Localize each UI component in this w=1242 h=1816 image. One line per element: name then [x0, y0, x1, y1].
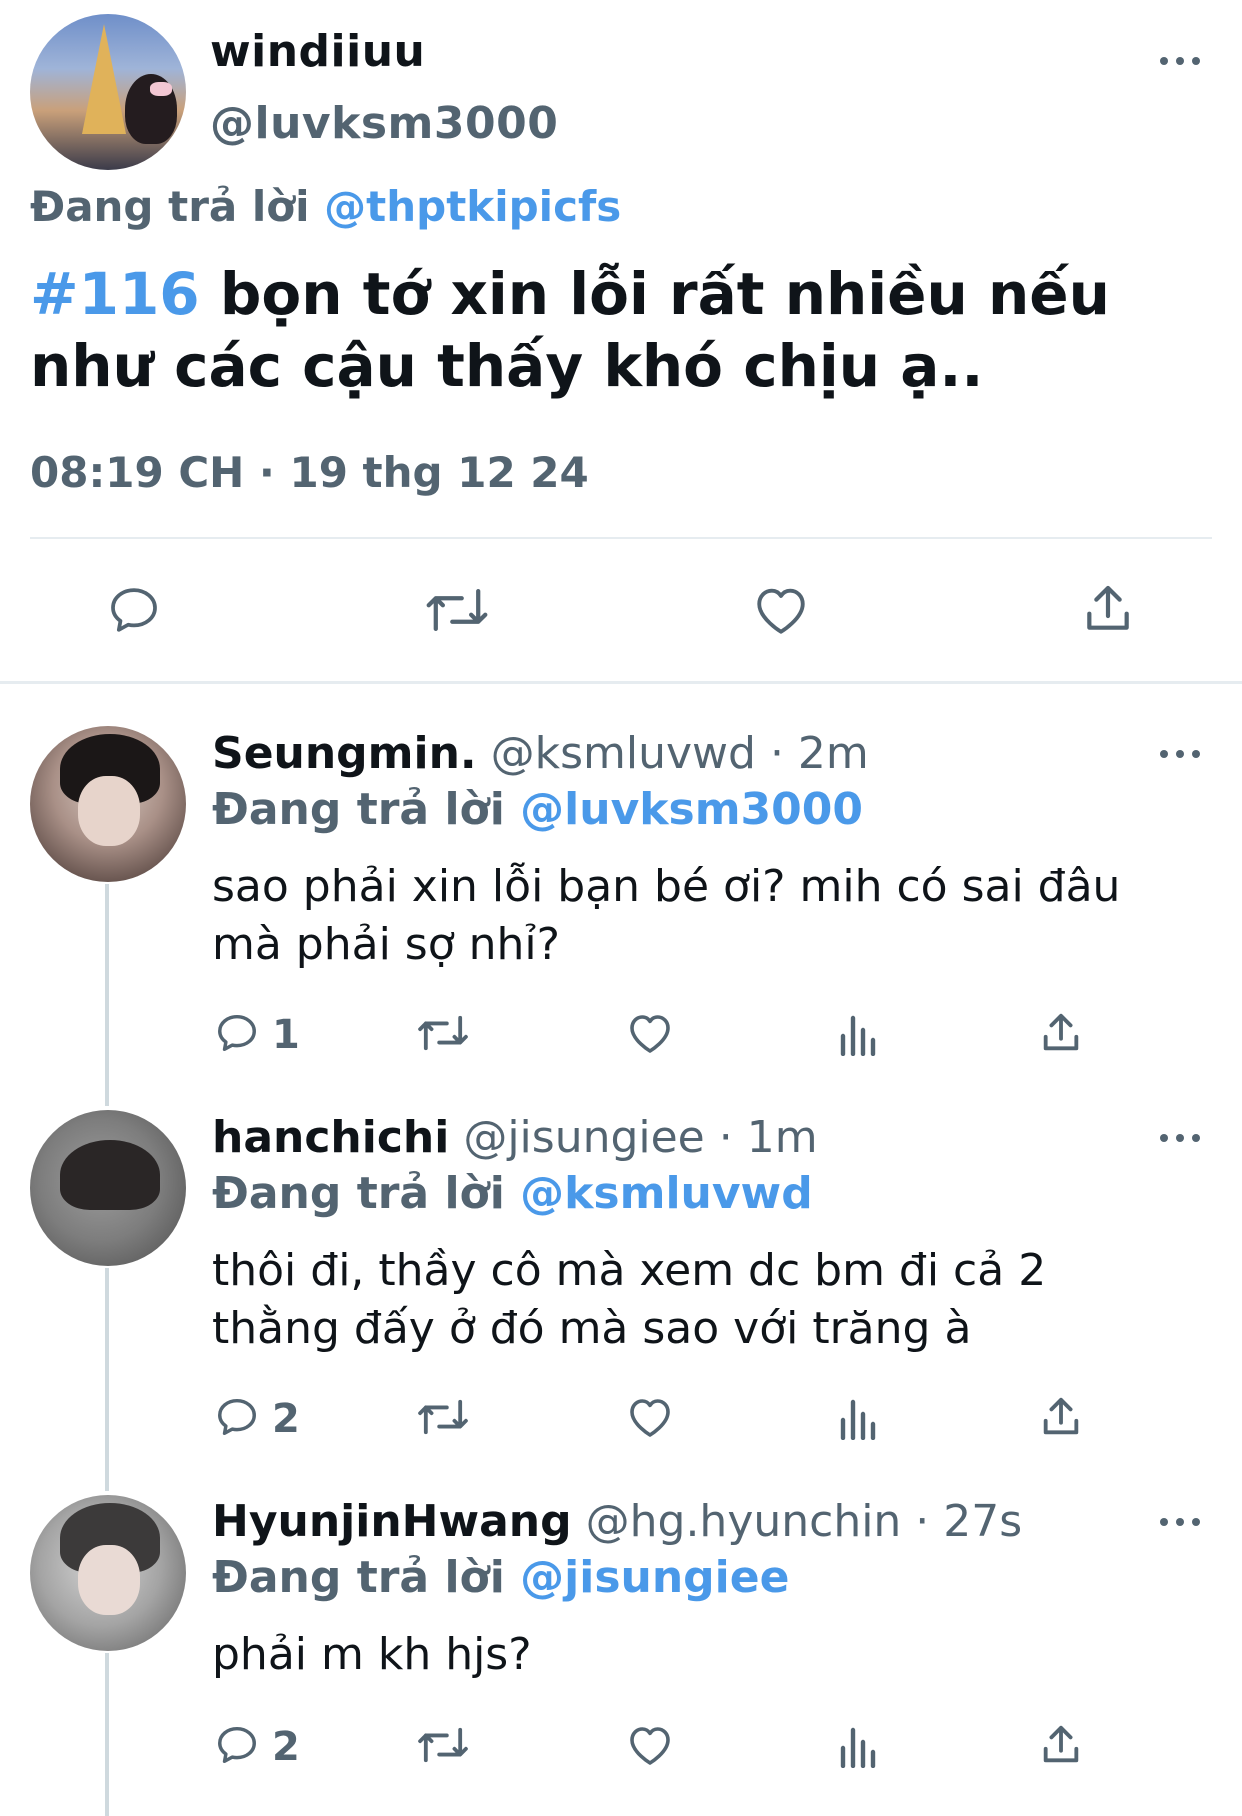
thread-line — [105, 884, 109, 1106]
display-name[interactable]: Seungmin. — [212, 728, 477, 779]
divider — [30, 537, 1212, 539]
handle-time[interactable]: @ksmluvwd · 2m — [477, 728, 869, 779]
retweet-icon[interactable] — [416, 1012, 470, 1054]
share-icon[interactable] — [1038, 1722, 1084, 1768]
more-icon[interactable] — [1160, 1132, 1200, 1144]
views-icon[interactable] — [836, 1396, 878, 1440]
replying-to: Đang trả lời @luvksm3000 — [212, 784, 863, 835]
like-icon[interactable] — [626, 1394, 674, 1440]
reply-header: Seungmin. @ksmluvwd · 2m — [212, 728, 869, 779]
more-icon[interactable] — [1160, 748, 1200, 760]
like-icon[interactable] — [752, 582, 810, 638]
avatar-face — [78, 776, 140, 846]
replying-prefix: Đang trả lời — [212, 784, 505, 835]
handle-time[interactable]: @hg.hyunchin · 27s — [572, 1496, 1023, 1547]
reply-header: hanchichi @jisungiee · 1m — [212, 1112, 818, 1163]
reply-count: 2 — [272, 1724, 300, 1770]
hashtag-link[interactable]: #116 — [30, 260, 200, 328]
avatar[interactable] — [30, 1495, 186, 1651]
reply-text: phải m kh hjs? — [212, 1629, 532, 1680]
reply-icon[interactable] — [214, 1010, 260, 1056]
retweet-icon[interactable] — [416, 1724, 470, 1766]
more-icon[interactable] — [1160, 1516, 1200, 1528]
user-handle[interactable]: @luvksm3000 — [210, 98, 558, 149]
share-icon[interactable] — [1038, 1010, 1084, 1056]
tweet-text: #116 bọn tớ xin lỗi rất nhiều nếu như cá… — [30, 258, 1210, 402]
reply-text: thôi đi, thầy cô mà xem dc bm đi cả 2 th… — [212, 1245, 1047, 1354]
replying-to: Đang trả lời @thptkipicfs — [30, 182, 621, 231]
reply-header: HyunjinHwang @hg.hyunchin · 27s — [212, 1496, 1022, 1547]
replying-prefix: Đang trả lời — [212, 1552, 505, 1603]
timestamp[interactable]: 08:19 CH · 19 thg 12 24 — [30, 448, 589, 497]
retweet-icon[interactable] — [416, 1396, 470, 1438]
avatar[interactable] — [30, 726, 186, 882]
display-name[interactable]: windiiuu — [210, 26, 425, 77]
thread-line — [105, 1653, 109, 1816]
mention-link[interactable]: @jisungiee — [520, 1552, 789, 1603]
more-icon[interactable] — [1160, 55, 1200, 67]
avatar-bow — [150, 82, 172, 96]
replying-to: Đang trả lời @ksmluvwd — [212, 1168, 813, 1219]
reply-text: sao phải xin lỗi bạn bé ơi? mih có sai đ… — [212, 861, 1121, 970]
avatar[interactable] — [30, 14, 186, 170]
replying-prefix: Đang trả lời — [30, 182, 310, 231]
section-divider — [0, 681, 1242, 684]
display-name[interactable]: hanchichi — [212, 1112, 449, 1163]
reply-icon[interactable] — [214, 1394, 260, 1440]
reply-icon[interactable] — [106, 582, 162, 638]
reply-icon[interactable] — [214, 1722, 260, 1768]
mention-link[interactable]: @thptkipicfs — [324, 182, 621, 231]
main-tweet: windiiuu @luvksm3000 Đang trả lời @thptk… — [0, 0, 1242, 683]
replying-prefix: Đang trả lời — [212, 1168, 505, 1219]
share-icon[interactable] — [1080, 580, 1136, 638]
replying-to: Đang trả lời @jisungiee — [212, 1552, 789, 1603]
reply-count: 1 — [272, 1012, 300, 1058]
reply-count: 2 — [272, 1396, 300, 1442]
mention-link[interactable]: @luvksm3000 — [520, 784, 863, 835]
like-icon[interactable] — [626, 1010, 674, 1056]
views-icon[interactable] — [836, 1724, 878, 1768]
display-name[interactable]: HyunjinHwang — [212, 1496, 572, 1547]
views-icon[interactable] — [836, 1012, 878, 1056]
eiffel-tower-graphic — [82, 24, 126, 134]
avatar[interactable] — [30, 1110, 186, 1266]
share-icon[interactable] — [1038, 1394, 1084, 1440]
mention-link[interactable]: @ksmluvwd — [520, 1168, 813, 1219]
retweet-icon[interactable] — [424, 584, 490, 636]
handle-time[interactable]: @jisungiee · 1m — [449, 1112, 817, 1163]
thread-line — [105, 1268, 109, 1491]
avatar-face — [78, 1545, 140, 1615]
avatar-hair — [60, 1140, 160, 1210]
like-icon[interactable] — [626, 1722, 674, 1768]
